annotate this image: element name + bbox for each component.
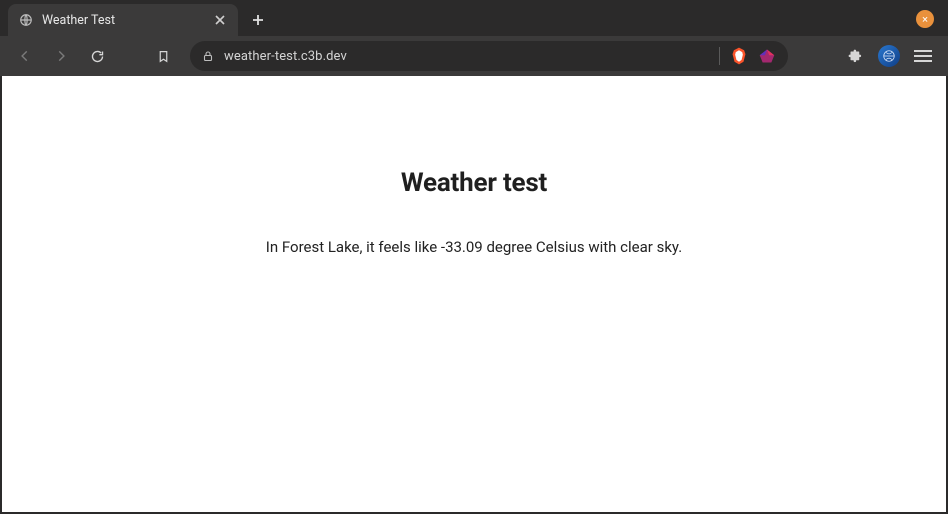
extensions-button[interactable] bbox=[840, 41, 870, 71]
reload-button[interactable] bbox=[82, 41, 112, 71]
address-bar-separator bbox=[719, 47, 720, 65]
tab-title: Weather Test bbox=[42, 13, 204, 28]
address-bar[interactable]: weather-test.c3b.dev bbox=[190, 41, 788, 71]
page-viewport: Weather test In Forest Lake, it feels li… bbox=[2, 76, 946, 512]
tab-strip: Weather Test bbox=[0, 0, 948, 36]
menu-button[interactable] bbox=[908, 41, 938, 71]
page-content: Weather test In Forest Lake, it feels li… bbox=[2, 76, 946, 256]
tab-close-button[interactable] bbox=[212, 12, 228, 28]
back-button[interactable] bbox=[10, 41, 40, 71]
toolbar: weather-test.c3b.dev bbox=[0, 36, 948, 76]
lock-icon bbox=[202, 49, 214, 63]
brave-rewards-icon[interactable] bbox=[730, 47, 748, 65]
close-icon: × bbox=[922, 14, 928, 25]
profile-avatar[interactable] bbox=[878, 45, 900, 67]
bookmark-button[interactable] bbox=[148, 41, 178, 71]
tab-active[interactable]: Weather Test bbox=[8, 4, 238, 36]
hamburger-icon bbox=[914, 50, 932, 62]
url-text: weather-test.c3b.dev bbox=[224, 49, 709, 64]
window-close-button[interactable]: × bbox=[916, 10, 934, 28]
toolbar-right bbox=[800, 41, 938, 71]
page-heading: Weather test bbox=[2, 168, 946, 198]
forward-button[interactable] bbox=[46, 41, 76, 71]
weather-sentence: In Forest Lake, it feels like -33.09 deg… bbox=[2, 238, 946, 256]
new-tab-button[interactable] bbox=[244, 6, 272, 34]
brave-shields-icon[interactable] bbox=[758, 47, 776, 65]
globe-favicon-icon bbox=[18, 12, 34, 28]
